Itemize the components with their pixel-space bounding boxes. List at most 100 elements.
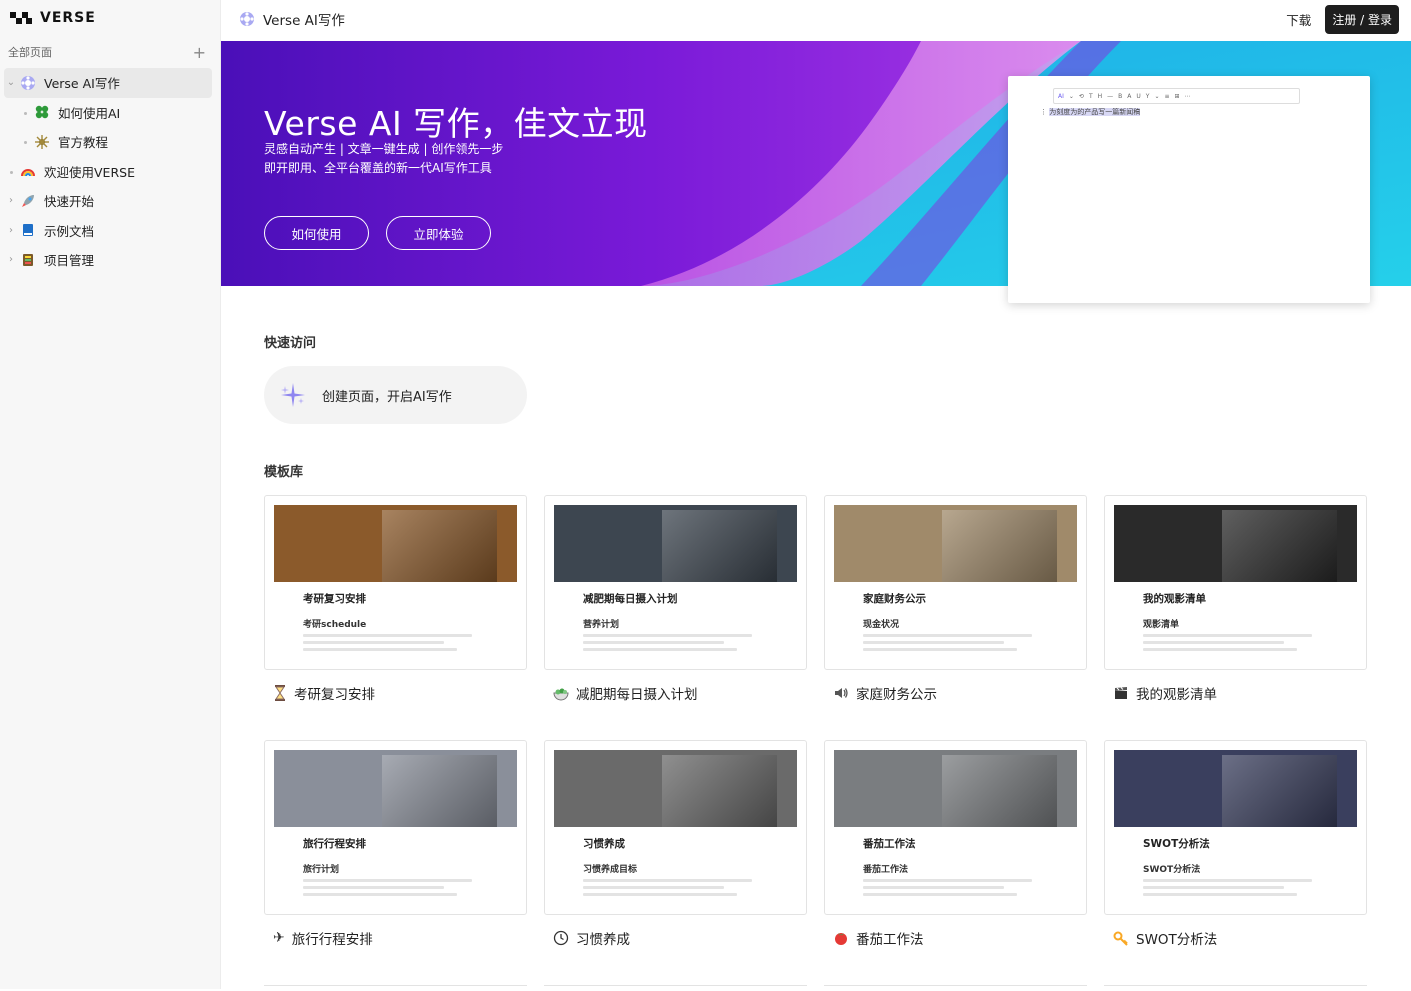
- template-doc-body: [583, 879, 771, 903]
- template-caption: 习惯养成: [553, 928, 630, 948]
- template-preview: 减肥期每日摄入计划 营养计划: [544, 495, 807, 670]
- editor-line-text: 为刻度为的产品写一篇新闻稿: [1049, 108, 1141, 116]
- quick-access-title: 快速访问: [264, 336, 317, 351]
- template-preview: 旅行行程安排 旅行计划: [264, 740, 527, 915]
- template-caption: 考研复习安排: [273, 683, 375, 703]
- template-doc-body: [583, 634, 771, 658]
- template-doc-body: [863, 879, 1051, 903]
- sidebar-item[interactable]: 如何使用AI: [0, 98, 220, 128]
- template-card[interactable]: 我的观影清单 观影清单 我的观影清单: [1104, 495, 1367, 703]
- template-doc-title: SWOT分析法: [1143, 838, 1210, 850]
- template-doc-body: [863, 634, 1051, 658]
- template-cover-image: [834, 750, 1077, 827]
- chevron-down-icon[interactable]: ⌄: [4, 77, 18, 88]
- sidebar-item[interactable]: ⌄ Verse AI写作: [4, 68, 212, 98]
- download-link[interactable]: 下载: [1286, 10, 1311, 29]
- template-doc-title: 考研复习安排: [303, 593, 366, 605]
- plus-icon[interactable]: +: [193, 43, 206, 62]
- template-doc-title: 习惯养成: [583, 838, 625, 850]
- template-cover-image: [834, 505, 1077, 582]
- chevron-right-icon[interactable]: ›: [4, 225, 18, 236]
- template-preview: SWOT分析法 SWOT分析法: [1104, 740, 1367, 915]
- editor-line-preview: ⋮ 为刻度为的产品写一篇新闻稿: [1040, 108, 1141, 116]
- template-card[interactable]: 家庭财务公示 现金状况 家庭财务公示: [824, 495, 1087, 703]
- all-pages-header: 全部页面 +: [0, 36, 220, 68]
- template-doc-subtitle: SWOT分析法: [1143, 865, 1201, 875]
- brand-name: VERSE: [40, 10, 96, 26]
- sidebar-nav: ⌄ Verse AI写作如何使用AI 官方教程欢迎使用VERSE › 快速开始 › 示例文档…: [0, 68, 220, 275]
- try-now-button[interactable]: 立即体验: [386, 216, 491, 250]
- topbar-actions: 下载 注册 / 登录: [1286, 4, 1411, 34]
- template-caption: ✈ 旅行行程安排: [273, 928, 373, 948]
- template-card[interactable]: SWOT分析法 SWOT分析法 SWOT分析法: [1104, 740, 1367, 948]
- template-preview: 习惯养成习惯养成目标: [544, 740, 807, 915]
- sidebar-item-label: 官方教程: [58, 135, 109, 151]
- chevron-right-icon[interactable]: ›: [4, 254, 18, 265]
- clapper-icon: [1113, 685, 1129, 701]
- sparkle-icon: [281, 383, 305, 407]
- rocket-icon: [18, 191, 38, 211]
- all-pages-label: 全部页面: [8, 46, 52, 59]
- template-caption: 番茄工作法: [833, 928, 924, 948]
- template-cover-image: [1114, 750, 1357, 827]
- bullet-dot: [4, 166, 18, 177]
- sidebar-item-label: Verse AI写作: [44, 76, 120, 92]
- sidebar: VERSE 全部页面 + ⌄ Verse AI写作如何使用AI 官方教程欢迎使用VE…: [0, 0, 221, 989]
- template-cover-image: [554, 750, 797, 827]
- brand-logo[interactable]: VERSE: [0, 0, 220, 36]
- sidebar-item-label: 快速开始: [44, 194, 95, 210]
- template-card[interactable]: 番茄工作法 番茄工作法 番茄工作法: [824, 740, 1087, 948]
- template-preview: 家庭财务公示 现金状况: [824, 495, 1087, 670]
- page-title: Verse AI写作: [239, 9, 345, 29]
- bullet-dot: [18, 136, 32, 147]
- login-button[interactable]: 注册 / 登录: [1325, 4, 1399, 34]
- template-cover-image: [1114, 505, 1357, 582]
- template-doc-body: [1143, 634, 1331, 658]
- template-doc-title: 减肥期每日摄入计划: [583, 593, 678, 605]
- template-cover-image: [274, 505, 517, 582]
- rainbow-icon: [18, 161, 38, 181]
- template-caption: 减肥期每日摄入计划: [553, 683, 698, 703]
- template-preview: 番茄工作法 番茄工作法: [824, 740, 1087, 915]
- hero-title: Verse AI 写作，佳文立现: [264, 104, 648, 143]
- salad-icon: [553, 685, 569, 701]
- sidebar-item[interactable]: 欢迎使用VERSE: [0, 157, 220, 187]
- template-card-partial: [264, 985, 527, 991]
- template-caption: 我的观影清单: [1113, 683, 1217, 703]
- template-card[interactable]: 考研复习安排 考研schedule 考研复习安排: [264, 495, 527, 703]
- template-card[interactable]: 旅行行程安排 旅行计划 ✈ 旅行行程安排: [264, 740, 527, 948]
- template-doc-subtitle: 观影清单: [1143, 620, 1180, 630]
- template-caption-label: 减肥期每日摄入计划: [576, 687, 698, 703]
- template-doc-body: [303, 634, 491, 658]
- sidebar-item[interactable]: › 快速开始: [0, 186, 220, 216]
- sidebar-item[interactable]: › 项目管理: [0, 245, 220, 275]
- airplane-icon: ✈: [273, 930, 285, 946]
- template-doc-title: 家庭财务公示: [863, 593, 926, 605]
- clover-icon: [32, 102, 52, 122]
- create-page-label: 创建页面，开启AI写作: [322, 389, 452, 405]
- sidebar-item-label: 欢迎使用VERSE: [44, 164, 135, 180]
- template-doc-subtitle: 旅行计划: [303, 865, 340, 875]
- sparkle-icon: [32, 132, 52, 152]
- template-doc-subtitle: 营养计划: [583, 620, 620, 630]
- sidebar-item[interactable]: › 示例文档: [0, 216, 220, 246]
- template-card-partial: [1104, 985, 1367, 991]
- how-to-use-button[interactable]: 如何使用: [264, 216, 369, 250]
- speaker-icon: [833, 685, 849, 701]
- sidebar-item-label: 如何使用AI: [58, 105, 121, 121]
- template-card[interactable]: 减肥期每日摄入计划 营养计划 减肥期每日摄入计划: [544, 495, 807, 703]
- sidebar-item[interactable]: 官方教程: [0, 127, 220, 157]
- chevron-right-icon[interactable]: ›: [4, 195, 18, 206]
- book-icon: [18, 220, 38, 240]
- template-doc-subtitle: 习惯养成目标: [583, 865, 638, 875]
- template-caption-label: 家庭财务公示: [856, 687, 937, 703]
- template-caption-label: SWOT分析法: [1136, 932, 1218, 948]
- template-doc-subtitle: 现金状况: [863, 620, 900, 630]
- templates-title: 模板库: [264, 465, 304, 480]
- clock-icon: [553, 930, 569, 946]
- template-card[interactable]: 习惯养成 习惯养成目标 习惯养成: [544, 740, 807, 948]
- template-doc-title: 我的观影清单: [1143, 593, 1206, 605]
- sidebar-item-label: 项目管理: [44, 253, 95, 269]
- create-page-card[interactable]: 创建页面，开启AI写作: [264, 366, 527, 424]
- template-card-partial: [824, 985, 1087, 991]
